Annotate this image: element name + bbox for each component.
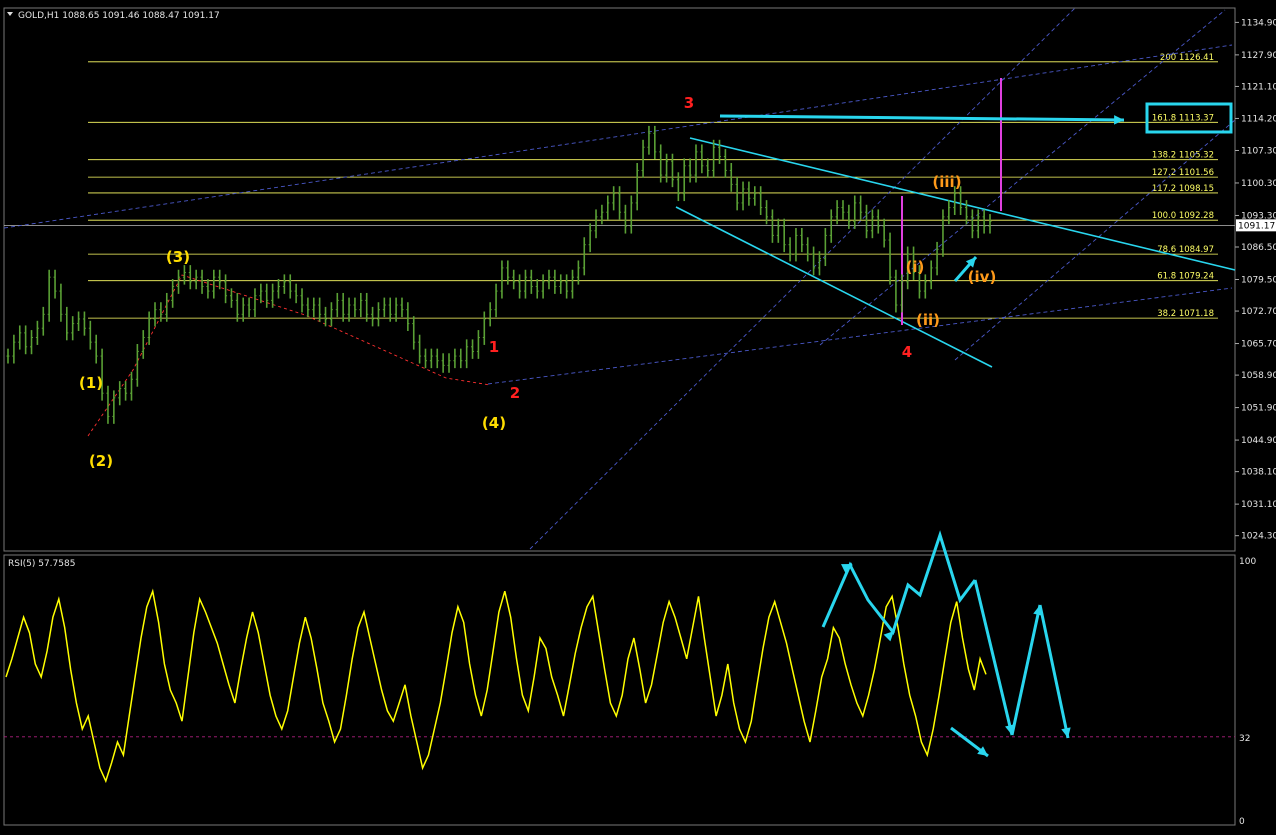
fib-label-100-0: 100.0 1092.28	[1152, 211, 1214, 221]
symbol-info: GOLD,H1 1088.65 1091.46 1088.47 1091.17	[18, 11, 220, 21]
rsi-tick-label: 0	[1239, 817, 1245, 827]
rsi-label: RSI(5) 57.7585	[8, 559, 75, 569]
wave-label-intermediate: (4)	[482, 414, 506, 432]
wave-label-primary: 2	[510, 384, 520, 402]
price-tick-label: 1031.10	[1241, 500, 1276, 510]
wave-label-intermediate: (2)	[89, 452, 113, 470]
wave-label-minor: (ii)	[916, 311, 940, 329]
price-tick-label: 1134.90	[1241, 18, 1276, 28]
fib-label-117-2: 117.2 1098.15	[1152, 184, 1214, 194]
rsi-tick-label: 100	[1239, 557, 1256, 567]
wave-label-minor: (i)	[906, 258, 925, 276]
price-tick-label: 1127.90	[1241, 51, 1276, 61]
price-tick-label: 1072.70	[1241, 307, 1276, 317]
price-tick-label: 1038.10	[1241, 468, 1276, 478]
wave-label-primary: 3	[684, 94, 694, 112]
price-tick-label: 1065.70	[1241, 340, 1276, 350]
price-tick-label: 1114.20	[1241, 114, 1276, 124]
current-price-label: 1091.17	[1238, 221, 1275, 231]
rsi-tick-label: 32	[1239, 734, 1250, 744]
price-tick-label: 1058.90	[1241, 371, 1276, 381]
price-tick-label: 1121.10	[1241, 82, 1276, 92]
fib-label-161-8: 161.8 1113.37	[1152, 113, 1214, 123]
price-tick-label: 1079.50	[1241, 276, 1276, 286]
price-tick-label: 1100.30	[1241, 179, 1276, 189]
price-tick-label: 1044.90	[1241, 436, 1276, 446]
fib-label-138-2: 138.2 1105.32	[1152, 151, 1214, 161]
wave-label-intermediate: (3)	[166, 248, 190, 266]
chart-area[interactable]: GOLD,H1 1088.65 1091.46 1088.47 1091.17 …	[0, 0, 1276, 831]
wave-label-primary: 1	[489, 338, 499, 356]
wave-label-intermediate: (1)	[79, 374, 103, 392]
wave-label-minor: (iv)	[968, 268, 997, 286]
fib-label-61-8: 61.8 1079.24	[1157, 272, 1214, 282]
price-tick-label: 1107.30	[1241, 146, 1276, 156]
wave-label-minor: (iii)	[932, 173, 961, 191]
fib-label-38-2: 38.2 1071.18	[1157, 309, 1214, 319]
fib-label-127-2: 127.2 1101.56	[1152, 168, 1214, 178]
price-tick-label: 1086.50	[1241, 243, 1276, 253]
wave-label-primary: 4	[902, 343, 912, 361]
price-tick-label: 1051.90	[1241, 404, 1276, 414]
symbol-header: GOLD,H1 1088.65 1091.46 1088.47 1091.17	[7, 11, 220, 21]
chart-background	[0, 0, 1276, 831]
price-tick-label: 1024.30	[1241, 532, 1276, 542]
chart-svg[interactable]: GOLD,H1 1088.65 1091.46 1088.47 1091.17 …	[0, 0, 1276, 831]
